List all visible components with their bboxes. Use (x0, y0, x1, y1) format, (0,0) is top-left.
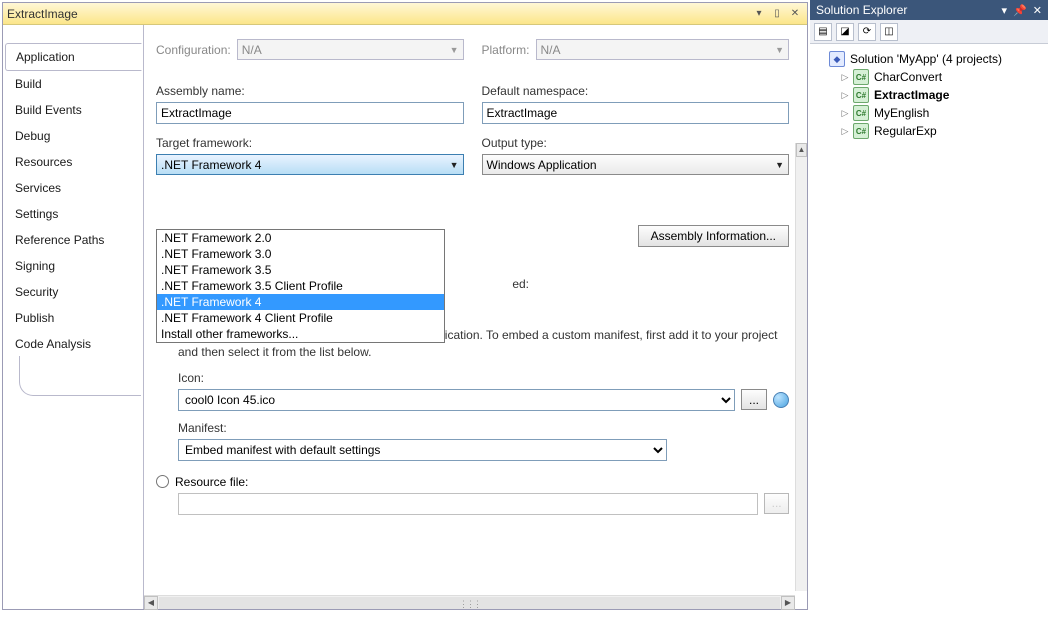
expand-icon[interactable]: ▷ (840, 126, 850, 137)
platform-combo: N/A ▼ (536, 39, 789, 60)
assembly-name-label: Assembly name: (156, 84, 464, 98)
framework-option[interactable]: .NET Framework 4 (157, 294, 444, 310)
tab-application[interactable]: Application (5, 43, 142, 71)
configuration-label: Configuration: (156, 43, 231, 57)
tab-reference-paths[interactable]: Reference Paths (5, 227, 141, 253)
assembly-name-input[interactable] (156, 102, 464, 124)
project-node[interactable]: ▷C# MyEnglish (838, 104, 1044, 122)
resource-file-label: Resource file: (175, 475, 248, 489)
title-bar: ExtractImage ▾ ▯ ✕ (3, 3, 807, 25)
output-type-label: Output type: (482, 136, 790, 150)
target-framework-dropdown[interactable]: .NET Framework 2.0.NET Framework 3.0.NET… (156, 229, 445, 343)
target-framework-label: Target framework: (156, 136, 464, 150)
icon-browse-button[interactable]: ... (741, 389, 767, 410)
tab-build-events[interactable]: Build Events (5, 97, 141, 123)
tab-build[interactable]: Build (5, 71, 141, 97)
expand-icon[interactable] (816, 54, 826, 64)
solution-explorer-title: Solution Explorer (816, 3, 996, 17)
framework-option[interactable]: .NET Framework 3.0 (157, 246, 444, 262)
scroll-thumb[interactable]: ⋮⋮⋮ (159, 597, 780, 609)
scroll-right-icon[interactable]: ▶ (781, 596, 795, 610)
resource-file-input (178, 493, 758, 515)
tab-strip: Application Build Build Events Debug Res… (3, 25, 143, 609)
framework-option[interactable]: .NET Framework 3.5 (157, 262, 444, 278)
default-namespace-input[interactable] (482, 102, 790, 124)
tab-services[interactable]: Services (5, 175, 141, 201)
form-area: Configuration: N/A ▼ Platform: N/A ▼ (143, 25, 807, 609)
target-framework-value: .NET Framework 4 (161, 158, 261, 172)
platform-label: Platform: (482, 43, 530, 57)
scroll-left-icon[interactable]: ◀ (144, 596, 158, 610)
chevron-down-icon: ▼ (775, 160, 784, 170)
solution-icon: ◆ (829, 51, 845, 67)
assembly-information-button[interactable]: Assembly Information... (638, 225, 789, 247)
resource-file-browse-button: ... (764, 493, 789, 514)
csharp-project-icon: C# (853, 105, 869, 121)
default-namespace-label: Default namespace: (482, 84, 790, 98)
pin-icon[interactable]: 📌 (1013, 4, 1027, 17)
tab-curve (19, 356, 141, 396)
tab-signing[interactable]: Signing (5, 253, 141, 279)
framework-option[interactable]: Install other frameworks... (157, 326, 444, 342)
project-node[interactable]: ▷C# RegularExp (838, 122, 1044, 140)
window-title: ExtractImage (7, 7, 749, 21)
window-menu-icon[interactable]: ▾ (751, 6, 767, 22)
configuration-value: N/A (242, 43, 262, 57)
solution-explorer-header: Solution Explorer ▾ 📌 ✕ (810, 0, 1048, 20)
expand-icon[interactable]: ▷ (840, 90, 850, 101)
platform-value: N/A (541, 43, 561, 57)
expand-icon[interactable]: ▷ (840, 72, 850, 83)
manifest-combo[interactable]: Embed manifest with default settings (178, 439, 667, 461)
framework-option[interactable]: .NET Framework 2.0 (157, 230, 444, 246)
chevron-down-icon: ▼ (450, 160, 459, 170)
chevron-down-icon: ▼ (450, 45, 459, 55)
resource-file-radio[interactable] (156, 475, 169, 488)
solution-tree: ◆ Solution 'MyApp' (4 projects) ▷C#CharC… (810, 44, 1048, 618)
project-label: ExtractImage (874, 88, 949, 102)
project-properties-window: ExtractImage ▾ ▯ ✕ Application Build Bui… (2, 2, 808, 610)
solution-explorer-panel: Solution Explorer ▾ 📌 ✕ ▤ ◪ ⟳ ◫ ◆ Soluti… (810, 0, 1048, 618)
properties-icon[interactable]: ▤ (814, 23, 832, 41)
tab-debug[interactable]: Debug (5, 123, 141, 149)
vertical-scrollbar[interactable]: ▲ (795, 143, 807, 591)
solution-explorer-toolbar: ▤ ◪ ⟳ ◫ (810, 20, 1048, 44)
tab-security[interactable]: Security (5, 279, 141, 305)
framework-option[interactable]: .NET Framework 3.5 Client Profile (157, 278, 444, 294)
scroll-up-icon[interactable]: ▲ (796, 143, 807, 157)
framework-option[interactable]: .NET Framework 4 Client Profile (157, 310, 444, 326)
show-all-files-icon[interactable]: ◪ (836, 23, 854, 41)
configuration-combo: N/A ▼ (237, 39, 464, 60)
tab-settings[interactable]: Settings (5, 201, 141, 227)
solution-node[interactable]: ◆ Solution 'MyApp' (4 projects) (814, 50, 1044, 68)
output-type-value: Windows Application (487, 158, 597, 172)
close-icon[interactable]: ✕ (787, 6, 803, 22)
workspace: Application Build Build Events Debug Res… (3, 25, 807, 609)
globe-icon (773, 392, 789, 408)
csharp-project-icon: C# (853, 69, 869, 85)
csharp-project-icon: C# (853, 123, 869, 139)
horizontal-scrollbar[interactable]: ◀ ⋮⋮⋮ ▶ (144, 595, 795, 609)
project-label: RegularExp (874, 124, 937, 138)
close-icon[interactable]: ✕ (1033, 4, 1042, 17)
project-label: CharConvert (874, 70, 942, 84)
project-node[interactable]: ▷C# CharConvert (838, 68, 1044, 86)
tab-publish[interactable]: Publish (5, 305, 141, 331)
tab-resources[interactable]: Resources (5, 149, 141, 175)
manifest-label: Manifest: (178, 421, 789, 435)
icon-combo[interactable]: cool0 Icon 45.ico (178, 389, 735, 411)
target-framework-combo[interactable]: .NET Framework 4 ▼ (156, 154, 464, 175)
tab-code-analysis[interactable]: Code Analysis (5, 331, 141, 357)
solution-label: Solution 'MyApp' (4 projects) (850, 52, 1002, 66)
chevron-down-icon: ▼ (775, 45, 784, 55)
project-label: MyEnglish (874, 106, 929, 120)
output-type-combo[interactable]: Windows Application ▼ (482, 154, 790, 175)
csharp-project-icon: C# (853, 87, 869, 103)
view-code-icon[interactable]: ◫ (880, 23, 898, 41)
icon-label: Icon: (178, 371, 789, 385)
refresh-icon[interactable]: ⟳ (858, 23, 876, 41)
pin-icon[interactable]: ▯ (769, 6, 785, 22)
expand-icon[interactable]: ▷ (840, 108, 850, 119)
window-menu-icon[interactable]: ▾ (1002, 4, 1008, 17)
project-node[interactable]: ▷C# ExtractImage (838, 86, 1044, 104)
